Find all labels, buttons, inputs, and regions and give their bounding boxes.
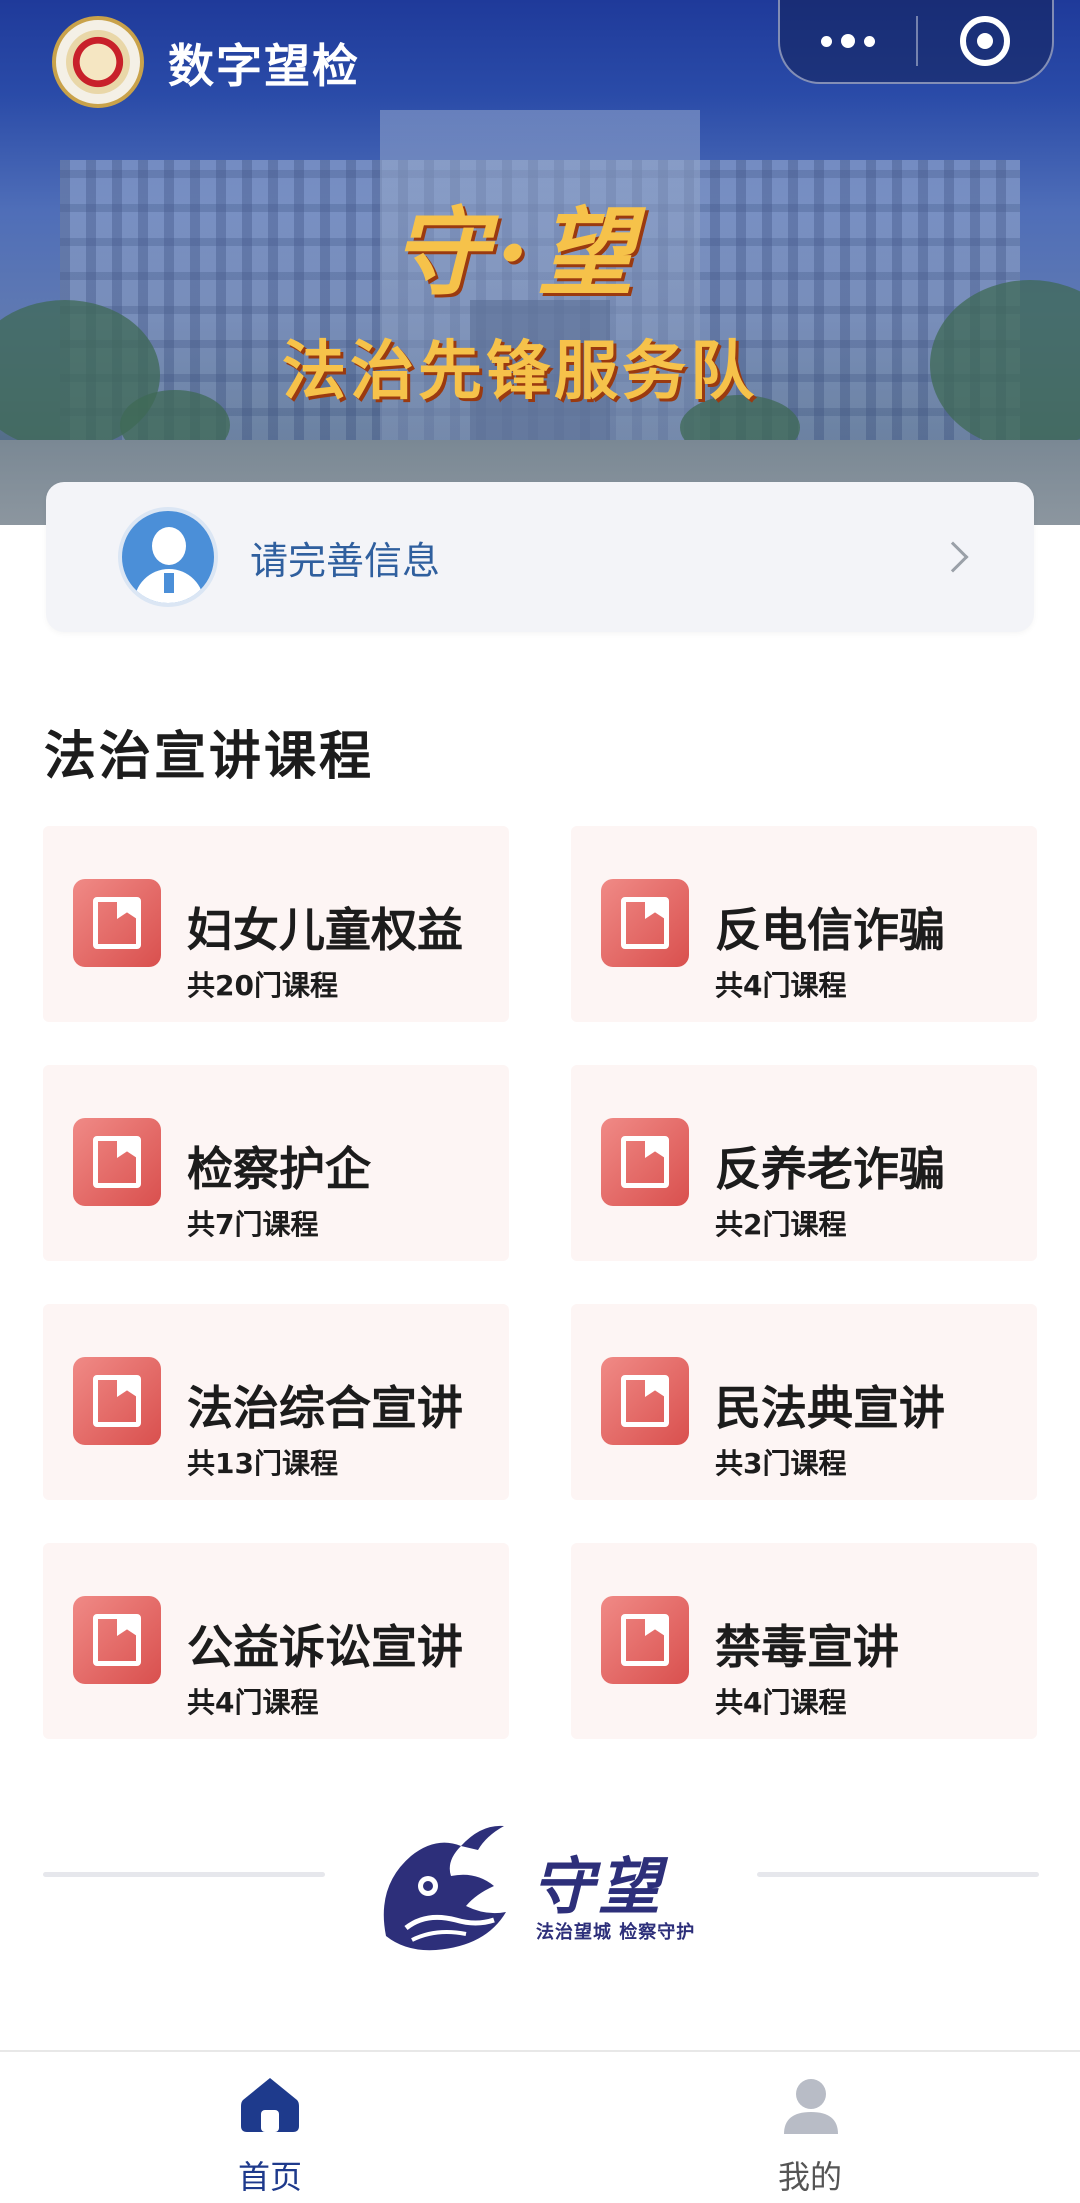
profile-complete-card[interactable]: 请完善信息 <box>46 482 1034 632</box>
user-icon <box>784 2079 838 2134</box>
app-logo <box>52 16 144 108</box>
profile-prompt: 请完善信息 <box>250 538 441 583</box>
banner: 数字望检 守·望 法治先锋服务队 <box>0 0 1080 525</box>
book-icon <box>73 1357 161 1445</box>
book-icon <box>601 1118 689 1206</box>
banner-slogan-line1: 守·望 <box>392 196 642 309</box>
tab-mine-label: 我的 <box>777 2158 842 2196</box>
book-icon <box>73 1118 161 1206</box>
tab-home-label: 首页 <box>237 2158 302 2196</box>
course-card[interactable]: 法治综合宣讲 共13门课程 <box>43 1304 509 1500</box>
course-title: 反电信诈骗 <box>715 903 945 957</box>
course-count: 共13门课程 <box>187 1447 338 1480</box>
course-count: 共7门课程 <box>187 1208 319 1241</box>
course-title: 禁毒宣讲 <box>715 1620 899 1674</box>
course-card[interactable]: 民法典宣讲 共3门课程 <box>571 1304 1037 1500</box>
divider-line <box>43 1872 325 1877</box>
more-dots-icon[interactable] <box>780 0 916 82</box>
course-title: 法治综合宣讲 <box>187 1381 463 1435</box>
app-title: 数字望检 <box>168 39 360 93</box>
course-count: 共3门课程 <box>715 1447 847 1480</box>
course-card[interactable]: 禁毒宣讲 共4门课程 <box>571 1543 1037 1739</box>
course-count: 共4门课程 <box>715 1686 847 1719</box>
tab-mine[interactable]: 我的 <box>710 2052 910 2203</box>
shouwang-emblem-icon <box>383 1825 506 1951</box>
banner-slogan-line2: 法治先锋服务队 <box>282 334 758 409</box>
course-card[interactable]: 检察护企 共7门课程 <box>43 1065 509 1261</box>
course-card[interactable]: 反养老诈骗 共2门课程 <box>571 1065 1037 1261</box>
home-icon <box>241 2078 299 2132</box>
course-count: 共4门课程 <box>715 969 847 1002</box>
avatar <box>118 507 218 607</box>
tab-home[interactable]: 首页 <box>170 2052 370 2203</box>
chevron-right-icon <box>937 541 969 573</box>
course-count: 共20门课程 <box>187 969 338 1002</box>
footer-brand-name: 守望 <box>532 1850 665 1923</box>
footer-brand-tagline: 法治望城 检察守护 <box>536 1922 696 1943</box>
course-count: 共2门课程 <box>715 1208 847 1241</box>
book-icon <box>601 1596 689 1684</box>
course-title: 公益诉讼宣讲 <box>187 1620 463 1674</box>
divider-line <box>757 1872 1039 1877</box>
section-title: 法治宣讲课程 <box>44 727 375 787</box>
target-close-icon[interactable] <box>918 16 1052 66</box>
course-title: 检察护企 <box>187 1142 371 1196</box>
mini-program-capsule <box>778 0 1054 84</box>
book-icon <box>73 879 161 967</box>
page: 数字望检 守·望 法治先锋服务队 请完善信息 法治宣讲课程 妇女儿童权益 共20… <box>0 0 1080 2203</box>
book-icon <box>601 1357 689 1445</box>
book-icon <box>601 879 689 967</box>
book-icon <box>73 1596 161 1684</box>
course-card[interactable]: 妇女儿童权益 共20门课程 <box>43 826 509 1022</box>
course-count: 共4门课程 <box>187 1686 319 1719</box>
course-title: 反养老诈骗 <box>715 1142 945 1196</box>
tab-bar: 首页 我的 <box>0 2050 1080 2203</box>
course-title: 民法典宣讲 <box>715 1381 945 1435</box>
course-card[interactable]: 反电信诈骗 共4门课程 <box>571 826 1037 1022</box>
course-card[interactable]: 公益诉讼宣讲 共4门课程 <box>43 1543 509 1739</box>
course-title: 妇女儿童权益 <box>187 903 463 957</box>
